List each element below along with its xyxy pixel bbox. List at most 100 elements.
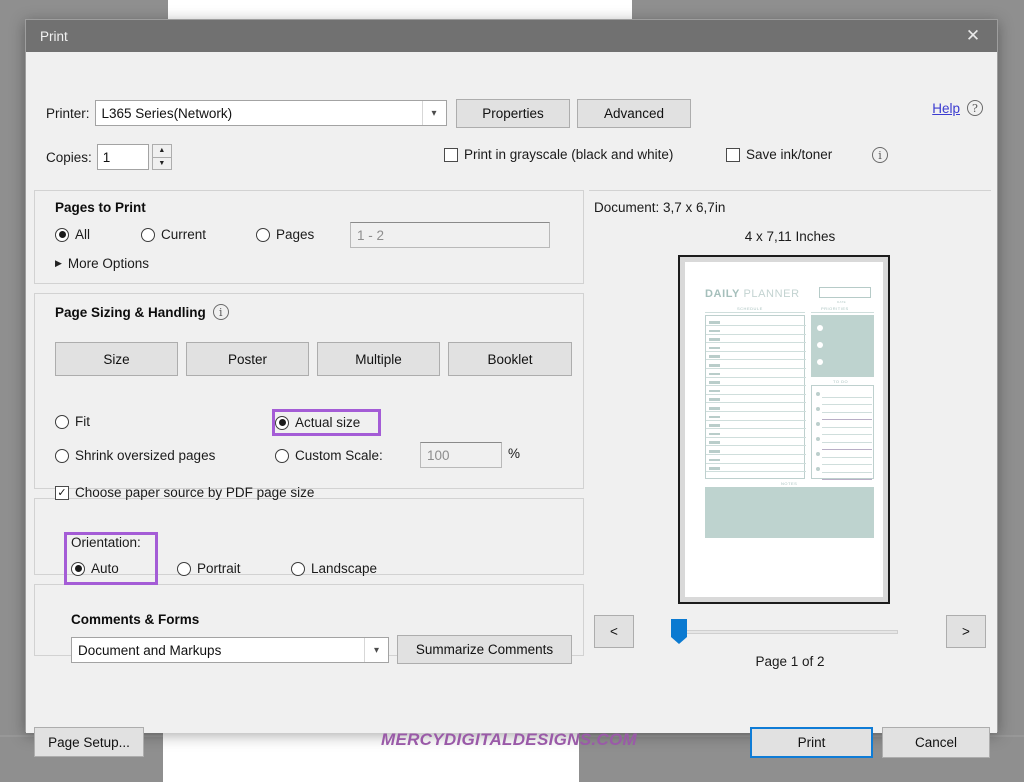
planner-schedule-row [706, 359, 806, 361]
dialog-titlebar: Print ✕ [26, 20, 997, 52]
planner-schedule-row [706, 411, 806, 412]
radio-pages-range-dot [256, 227, 270, 242]
watermark-text: MERCYDIGITALDESIGNS.COM [381, 730, 637, 749]
copies-input[interactable]: 1 [96, 144, 149, 170]
planner-todo-box [811, 385, 874, 480]
size-button[interactable]: Size [55, 342, 178, 376]
planner-schedule-row [706, 376, 806, 378]
grayscale-checkbox-box [444, 147, 458, 162]
planner-priorities-box [811, 315, 874, 377]
comments-forms-select-value: Document and Markups [78, 642, 222, 658]
copies-stepper[interactable]: ▲ ▼ [151, 144, 172, 170]
radio-orientation-auto[interactable]: Auto [71, 561, 119, 576]
planner-schedule-time [709, 389, 720, 393]
planner-notes-label: NOTES [781, 481, 798, 486]
cancel-button[interactable]: Cancel [882, 727, 990, 758]
planner-schedule-row [706, 436, 806, 438]
pages-range-input[interactable]: 1 - 2 [350, 222, 550, 248]
radio-orientation-auto-dot [71, 561, 85, 576]
help-group: Help ? [932, 100, 983, 116]
comments-forms-select[interactable]: Document and Markups ▾ [71, 637, 389, 663]
radio-orientation-landscape-dot [291, 561, 305, 576]
planner-todo-row [822, 449, 872, 450]
printer-label: Printer: [46, 105, 90, 121]
planner-todo-row [822, 419, 872, 420]
copies-stepper-up-icon[interactable]: ▲ [151, 144, 172, 158]
planner-schedule-box [705, 315, 806, 479]
planner-priority-dot [817, 325, 823, 331]
copies-stepper-down-icon[interactable]: ▼ [151, 157, 172, 170]
booklet-button[interactable]: Booklet [448, 342, 572, 376]
paper-source-label: Choose paper source by PDF page size [75, 485, 315, 500]
planner-schedule-time [709, 364, 720, 367]
chevron-down-icon: ▾ [364, 638, 388, 662]
printer-select[interactable]: L365 Series(Network) ▾ [94, 100, 447, 126]
planner-todo-row [822, 442, 872, 443]
summarize-comments-button[interactable]: Summarize Comments [397, 635, 572, 664]
planner-schedule-time [709, 321, 720, 324]
paper-source-checkbox-box: ✓ [55, 485, 69, 500]
radio-custom-scale[interactable]: Custom Scale: [275, 448, 383, 463]
properties-button[interactable]: Properties [456, 99, 570, 128]
planner-schedule-time [709, 407, 720, 410]
radio-pages-current-dot [141, 227, 155, 242]
pages-to-print-title: Pages to Print [55, 200, 146, 215]
custom-scale-input[interactable]: 100 [420, 442, 502, 468]
radio-orientation-portrait-label: Portrait [197, 561, 241, 576]
info-icon[interactable]: i [212, 304, 229, 320]
printer-row: Printer: L365 Series(Network) ▾ [46, 100, 447, 126]
radio-actual-size[interactable]: Actual size [275, 415, 360, 430]
radio-orientation-landscape[interactable]: Landscape [291, 561, 377, 576]
page-slider-thumb[interactable] [671, 619, 687, 644]
info-icon[interactable]: i [872, 147, 888, 163]
paper-source-checkbox[interactable]: ✓ Choose paper source by PDF page size [55, 485, 314, 500]
poster-button[interactable]: Poster [186, 342, 309, 376]
radio-pages-all[interactable]: All [55, 227, 90, 242]
planner-todo-row [822, 479, 872, 480]
next-page-button[interactable]: > [946, 615, 986, 648]
radio-pages-current[interactable]: Current [141, 227, 206, 242]
planner-todo-row [822, 404, 872, 405]
planner-priorities-label: PRIORITIES [821, 306, 849, 311]
radio-actual-size-label: Actual size [295, 415, 361, 430]
save-ink-checkbox[interactable]: Save ink/toner [726, 147, 832, 162]
page-slider-track[interactable] [673, 630, 898, 634]
help-icon[interactable]: ? [967, 100, 983, 116]
printer-section: Printer: L365 Series(Network) ▾ Properti… [26, 52, 999, 179]
more-options-toggle[interactable]: ▶ More Options [55, 256, 149, 271]
radio-pages-current-label: Current [161, 227, 207, 242]
grayscale-checkbox[interactable]: Print in grayscale (black and white) [444, 147, 673, 162]
planner-todo-row [822, 412, 872, 413]
radio-orientation-portrait-dot [177, 561, 191, 576]
dialog-footer: Page Setup... MERCYDIGITALDESIGNS.COM Pr… [26, 718, 997, 782]
previous-page-button[interactable]: < [594, 615, 634, 648]
page-indicator: Page 1 of 2 [755, 654, 825, 669]
multiple-button[interactable]: Multiple [317, 342, 440, 376]
planner-schedule-row [706, 462, 806, 464]
page-sizing-title: Page Sizing & Handling [55, 304, 206, 320]
help-link[interactable]: Help [932, 101, 960, 116]
planner-todo-dot [816, 437, 820, 441]
planner-todo-dot [816, 452, 820, 456]
close-icon[interactable]: ✕ [951, 20, 995, 52]
planner-schedule-time [709, 381, 720, 384]
radio-fit[interactable]: Fit [55, 414, 90, 429]
radio-orientation-portrait[interactable]: Portrait [177, 561, 241, 576]
document-size-label: Document: 3,7 x 6,7in [594, 200, 726, 215]
planner-schedule-time [709, 355, 720, 358]
planner-priorities-rule [811, 312, 874, 313]
planner-todo-dot [816, 407, 820, 411]
planner-schedule-time [709, 329, 720, 333]
radio-shrink-oversized[interactable]: Shrink oversized pages [55, 448, 215, 463]
radio-shrink-oversized-dot [55, 448, 69, 463]
planner-todo-label: TO DO [833, 379, 849, 384]
advanced-button[interactable]: Advanced [577, 99, 691, 128]
paper-size-label: 4 x 7,11 Inches [744, 229, 836, 244]
print-button[interactable]: Print [750, 727, 873, 758]
percent-label: % [508, 446, 521, 461]
radio-actual-size-dot [275, 415, 289, 430]
planner-todo-row [822, 427, 872, 428]
planner-todo-row [822, 457, 872, 458]
page-setup-button[interactable]: Page Setup... [34, 727, 144, 757]
radio-pages-range[interactable]: Pages [256, 227, 314, 242]
